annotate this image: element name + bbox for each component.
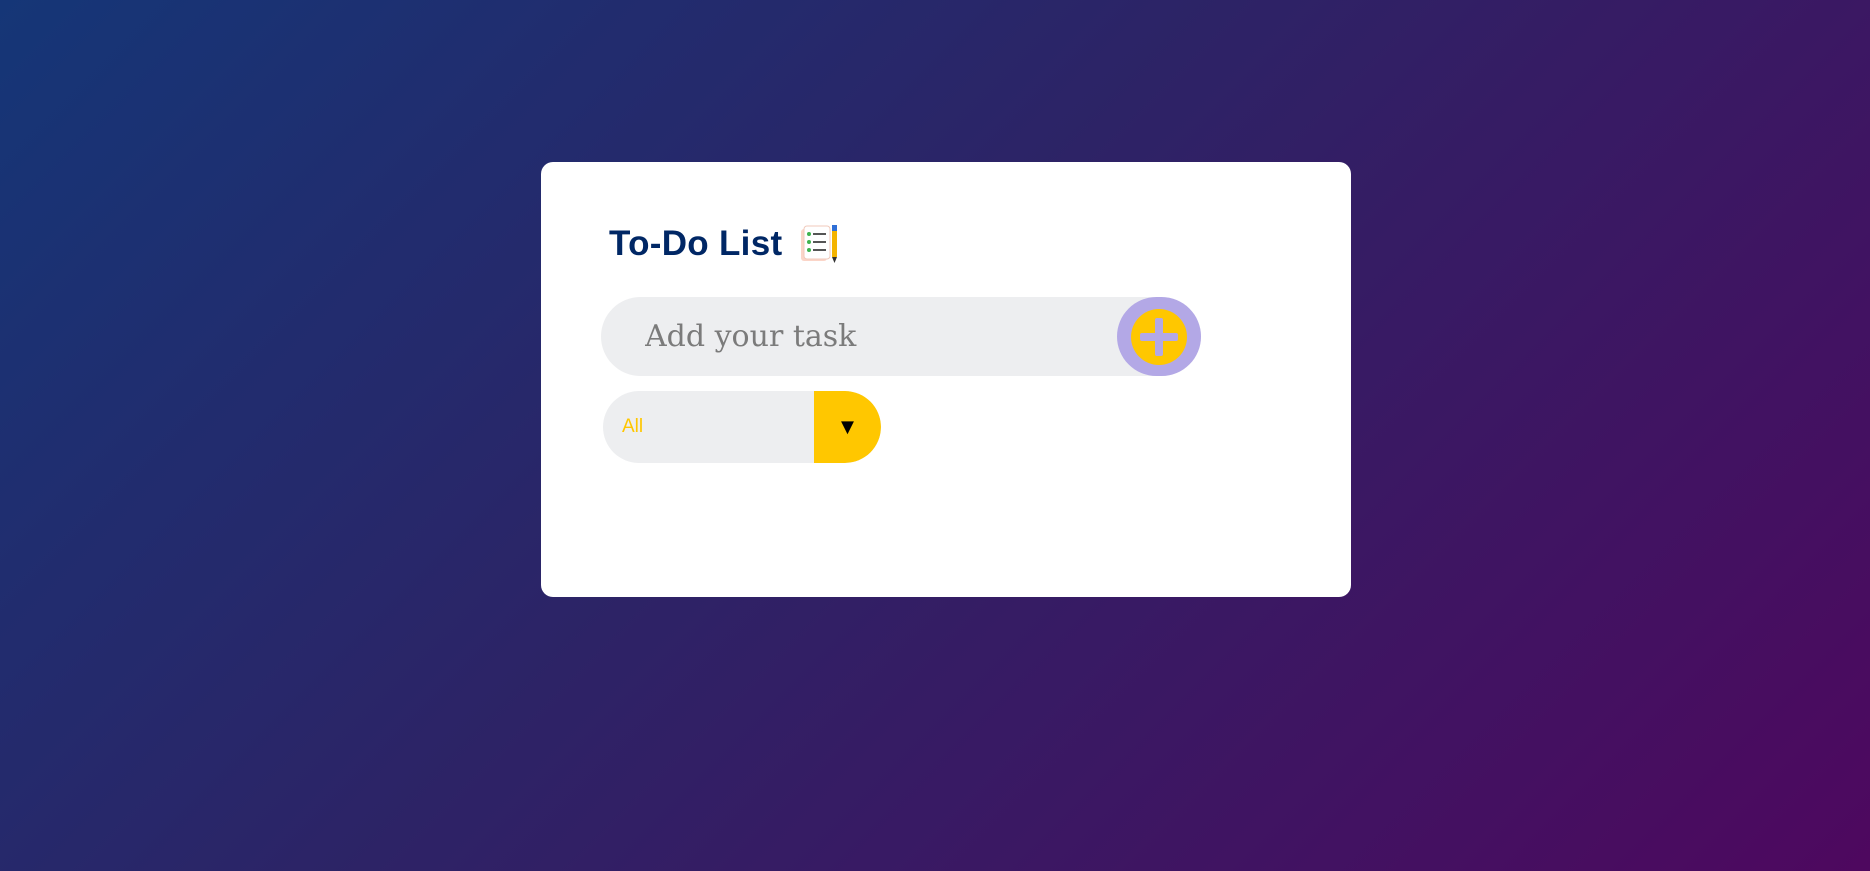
- task-input[interactable]: [601, 297, 1121, 376]
- filter-select[interactable]: All ▼: [603, 391, 881, 463]
- plus-icon: [1131, 308, 1187, 365]
- chevron-down-icon[interactable]: ▼: [814, 391, 881, 463]
- filter-selected-value: All: [622, 416, 644, 437]
- task-bar: [601, 297, 1201, 376]
- title-row: To-Do List: [609, 222, 840, 266]
- add-task-button[interactable]: [1117, 297, 1201, 376]
- notepad-checklist-pencil-icon: [798, 223, 840, 265]
- page-title: To-Do List: [609, 224, 783, 263]
- todo-card: To-Do List All ▼: [541, 162, 1351, 597]
